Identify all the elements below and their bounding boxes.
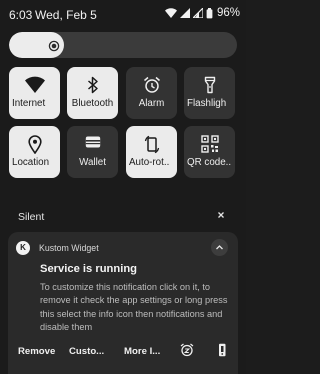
tile-label: QR code.. bbox=[187, 157, 232, 168]
bluetooth-icon bbox=[67, 76, 118, 96]
tile-bluetooth[interactable]: Bluetooth bbox=[67, 67, 118, 119]
brightness-icon bbox=[48, 39, 60, 52]
wallet-icon bbox=[67, 135, 118, 155]
cellular-signal-icon bbox=[179, 8, 190, 18]
customize-button[interactable]: Custo... bbox=[69, 346, 104, 357]
battery-icon bbox=[206, 7, 213, 19]
alarm-clock-icon bbox=[126, 76, 177, 96]
brightness-slider[interactable] bbox=[9, 32, 237, 58]
more-info-button[interactable]: More I... bbox=[124, 346, 160, 357]
tile-qr-code[interactable]: QR code.. bbox=[184, 126, 235, 178]
close-icon[interactable] bbox=[214, 208, 228, 222]
notification-body: To customize this notification click on … bbox=[40, 282, 228, 333]
tile-flashlight[interactable]: Flashligh bbox=[184, 67, 235, 119]
tile-label: Alarm bbox=[138, 98, 165, 109]
auto-rotate-icon bbox=[126, 135, 177, 155]
expand-button[interactable] bbox=[211, 239, 228, 256]
notification-title: Service is running bbox=[40, 263, 137, 275]
tile-label: Wallet bbox=[79, 157, 106, 168]
cellular-signal-2-icon bbox=[192, 8, 203, 18]
tile-label: Internet bbox=[12, 98, 46, 109]
app-name: Kustom Widget bbox=[39, 243, 99, 253]
qr-code-icon bbox=[184, 135, 235, 155]
status-date: Wed, Feb 5 bbox=[35, 8, 97, 22]
tile-location[interactable]: Location bbox=[9, 126, 60, 178]
status-bar: 6:03 Wed, Feb 5 96% bbox=[0, 0, 246, 28]
snooze-icon[interactable] bbox=[180, 343, 194, 357]
tile-internet[interactable]: Internet bbox=[9, 67, 60, 119]
silent-section-label: Silent bbox=[18, 211, 45, 223]
wifi-icon bbox=[9, 76, 60, 96]
tile-wallet[interactable]: Wallet bbox=[67, 126, 118, 178]
tile-label: Auto-rot.. bbox=[129, 157, 170, 168]
tile-alarm[interactable]: Alarm bbox=[126, 67, 177, 119]
status-time: 6:03 bbox=[9, 8, 33, 22]
tile-auto-rotate[interactable]: Auto-rot.. bbox=[126, 126, 177, 178]
app-icon: K bbox=[16, 241, 30, 255]
tile-label: Bluetooth bbox=[71, 98, 114, 109]
remove-button[interactable]: Remove bbox=[18, 346, 55, 357]
battery-percentage: 96% bbox=[216, 7, 240, 19]
status-icons: 96% bbox=[164, 7, 240, 19]
location-pin-icon bbox=[9, 135, 60, 155]
notification-card[interactable]: K Kustom Widget Service is running To cu… bbox=[8, 232, 238, 374]
tile-label: Flashligh bbox=[187, 98, 227, 109]
wifi-icon bbox=[164, 8, 177, 18]
flashlight-icon bbox=[184, 76, 235, 96]
quick-settings-panel: 6:03 Wed, Feb 5 96% Internet Bluetooth A… bbox=[0, 0, 246, 374]
chevron-up-icon bbox=[216, 245, 223, 250]
tile-label: Location bbox=[12, 157, 50, 168]
settings-icon[interactable] bbox=[215, 343, 229, 357]
